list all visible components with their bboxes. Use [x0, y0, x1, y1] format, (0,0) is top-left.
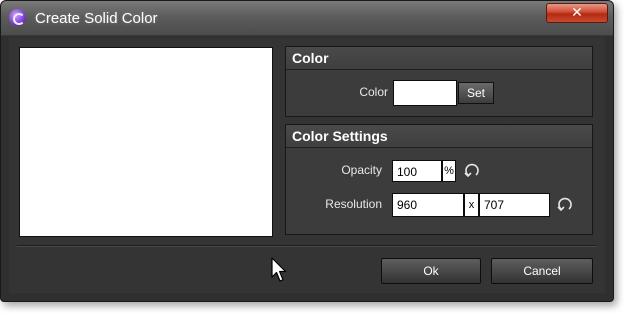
color-swatch[interactable]: [393, 80, 457, 106]
mouse-pointer-icon: [271, 257, 287, 282]
footer-divider: [17, 245, 597, 247]
opacity-unit: %: [442, 160, 456, 182]
dialog-content: Color Color Set Color Settings Opacity 1…: [9, 37, 605, 293]
resolution-width-input[interactable]: 960: [392, 193, 464, 217]
color-settings-panel: Color Settings Opacity 100 % Resolution …: [285, 124, 593, 235]
color-label: Color: [359, 85, 388, 99]
color-settings-heading: Color Settings: [286, 125, 592, 148]
window-title: Create Solid Color: [35, 10, 158, 27]
close-button[interactable]: ✕: [546, 3, 608, 23]
color-panel-heading: Color: [286, 47, 592, 70]
reset-icon[interactable]: [463, 162, 481, 180]
app-logo-icon: [9, 9, 26, 26]
resolution-label: Resolution: [325, 197, 382, 211]
resolution-separator: x: [464, 193, 479, 217]
color-panel: Color Color Set: [285, 46, 593, 117]
reset-icon[interactable]: [556, 196, 574, 214]
resolution-height-input[interactable]: 707: [479, 193, 550, 217]
ok-button[interactable]: Ok: [381, 258, 481, 284]
opacity-input[interactable]: 100: [392, 160, 442, 182]
title-bar[interactable]: Create Solid Color ✕: [1, 1, 613, 36]
opacity-label: Opacity: [341, 163, 382, 177]
cancel-button[interactable]: Cancel: [491, 258, 593, 284]
color-preview: [19, 47, 273, 237]
set-color-button[interactable]: Set: [458, 82, 494, 104]
create-solid-color-dialog: Create Solid Color ✕ Color Color Set Col…: [0, 0, 614, 302]
close-icon: ✕: [571, 5, 583, 21]
